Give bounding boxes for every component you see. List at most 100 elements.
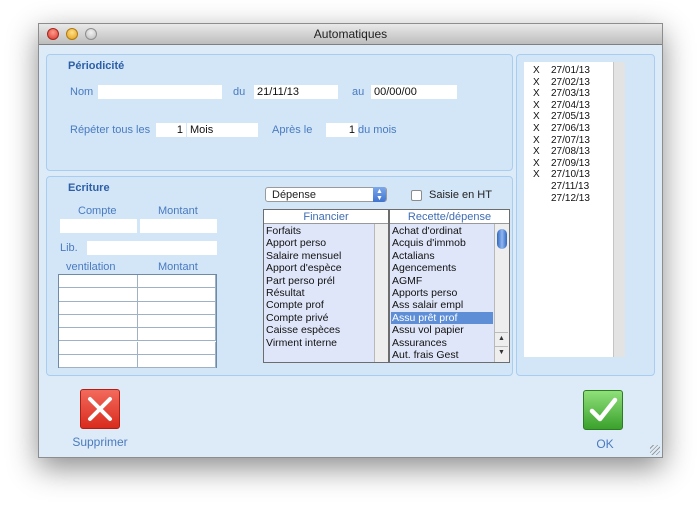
date-mark: X (533, 123, 540, 134)
recette-depense-item[interactable]: Ass salair empl (391, 299, 493, 311)
resize-grip-icon[interactable] (650, 445, 660, 455)
date-row[interactable]: X 27/01/13 (524, 65, 612, 76)
financier-item[interactable]: Caisse espèces (265, 324, 372, 336)
ok-label[interactable]: OK (585, 437, 625, 451)
au-label: au (352, 86, 365, 98)
date-row[interactable]: X 27/06/13 (524, 123, 612, 134)
financier-header: Financier (264, 210, 388, 224)
type-select-value: Dépense (272, 189, 317, 201)
recette-depense-item[interactable]: AGMF (391, 275, 493, 287)
ventilation-cell[interactable] (59, 341, 138, 355)
financier-item[interactable]: Part perso prél (265, 275, 372, 287)
montant-field[interactable] (140, 219, 217, 233)
title-bar[interactable]: Automatiques (39, 24, 662, 45)
ventilation-cell[interactable] (59, 301, 138, 315)
date-row[interactable]: X 27/05/13 (524, 111, 612, 122)
recette-depense-item[interactable]: Apports perso (391, 287, 493, 299)
date-value: 27/11/13 (551, 181, 590, 192)
recette-depense-item[interactable]: Assurances (391, 337, 493, 349)
select-arrows-icon: ▲ ▼ (373, 187, 386, 202)
dates-scrollbar[interactable] (613, 62, 625, 357)
ventilation-cell[interactable] (59, 328, 138, 342)
recette-depense-item[interactable]: Agencements (391, 262, 493, 274)
repeter-label: Répéter tous les (70, 124, 151, 136)
ventilation-cell[interactable] (59, 288, 138, 302)
date-mark: X (533, 169, 540, 181)
libelle-field[interactable] (87, 241, 217, 255)
recette-depense-item[interactable]: Aut. frais Gest (391, 349, 493, 361)
date-value: 27/10/13 (551, 169, 590, 181)
date-row[interactable]: X 27/08/13 (524, 146, 612, 157)
ventilation-cell[interactable] (59, 354, 138, 369)
recette-depense-item[interactable]: Achat d'ordinat (391, 225, 493, 237)
financier-item[interactable]: Résultat (265, 287, 372, 299)
montant-label: Montant (158, 205, 198, 217)
recette-depense-item[interactable]: Acquis d'immob (391, 237, 493, 249)
nom-field[interactable] (98, 85, 222, 99)
financier-item[interactable]: Compte privé (265, 312, 372, 324)
ventilation-amount-cell[interactable] (137, 301, 216, 315)
x-icon (88, 397, 112, 421)
automatiques-window: Automatiques Périodicité Nom du 21/11/13… (38, 23, 663, 458)
ventilation-amount-cell[interactable] (137, 354, 216, 369)
financier-item[interactable]: Apport d'espèce (265, 262, 372, 274)
financier-list[interactable]: Financier Forfaits Apport perso Salaire me… (263, 209, 389, 363)
date-value: 27/08/13 (551, 146, 590, 158)
saisie-ht-checkbox[interactable] (411, 190, 422, 201)
periodicite-panel: Périodicité Nom du 21/11/13 au 00/00/00 … (46, 54, 513, 171)
date-mark: X (533, 157, 540, 169)
scroll-up-arrow-icon[interactable]: ▲ (495, 332, 508, 345)
date-row[interactable]: X 27/10/13 (524, 169, 612, 180)
scroll-down-arrow-icon[interactable]: ▼ (495, 346, 508, 359)
date-end-field[interactable]: 00/00/00 (371, 85, 457, 99)
ventilation-amount-cell[interactable] (137, 328, 216, 342)
ventilation-amount-cell[interactable] (137, 341, 216, 355)
ventilation-cell[interactable] (59, 275, 138, 289)
financier-item[interactable]: Apport perso (265, 237, 372, 249)
date-row[interactable]: X 27/07/13 (524, 135, 612, 146)
date-row[interactable]: X 27/09/13 (524, 158, 612, 169)
scroll-thumb[interactable] (497, 229, 507, 249)
financier-item[interactable]: Compte prof (265, 299, 372, 311)
compte-field[interactable] (60, 219, 137, 233)
compte-label: Compte (78, 205, 117, 217)
date-mark: X (533, 65, 540, 76)
nom-label: Nom (70, 86, 94, 98)
du-label: du (233, 86, 246, 98)
financier-item[interactable]: Salaire mensuel (265, 250, 372, 262)
date-value: 27/05/13 (551, 111, 590, 123)
recette-depense-item[interactable]: Actalians (391, 250, 493, 262)
delete-button[interactable] (80, 389, 120, 429)
recette-depense-item[interactable]: Assu vol papier (391, 324, 493, 336)
ok-button[interactable] (583, 390, 623, 430)
date-row[interactable]: X 27/04/13 (524, 100, 612, 111)
ventilation-grid[interactable] (58, 274, 217, 369)
financier-item[interactable]: Virment interne (265, 337, 372, 349)
ventilation-cell[interactable] (59, 314, 138, 329)
type-select[interactable]: Dépense ▲ ▼ (265, 187, 387, 202)
ventilation-amount-cell[interactable] (137, 314, 216, 329)
date-value: 27/02/13 (551, 76, 590, 88)
financier-scrollbar[interactable] (374, 224, 388, 362)
date-row[interactable]: 27/11/13 (524, 181, 612, 192)
ecriture-title: Ecriture (68, 182, 110, 194)
date-row[interactable]: X 27/03/13 (524, 88, 612, 99)
repeat-count-field[interactable]: 1 (156, 123, 186, 137)
ventilation-amount-cell[interactable] (137, 275, 216, 289)
ventilation-amount-cell[interactable] (137, 288, 216, 302)
recette-depense-item[interactable]: Assu prêt prof (391, 311, 493, 324)
supprimer-label[interactable]: Supprimer (69, 435, 131, 449)
window-title: Automatiques (313, 27, 388, 41)
date-row[interactable]: 27/12/13 (524, 193, 612, 204)
date-mark: X (533, 99, 540, 111)
recette-depense-scrollbar[interactable]: ▲ ▼ (494, 224, 509, 362)
repeat-unit-field[interactable]: Mois (187, 123, 258, 137)
recette-depense-list[interactable]: Recette/dépense Achat d'ordinat Acquis d'… (389, 209, 510, 363)
montant-ventilation-label: Montant (158, 261, 198, 273)
financier-item[interactable]: Forfaits (265, 225, 372, 237)
date-row[interactable]: X 27/02/13 (524, 77, 612, 88)
occurrence-dates-list[interactable]: X 27/01/13 X 27/02/13 X 27/03/13 X 27/04/13 X 27/… (524, 62, 625, 357)
date-value: 27/01/13 (551, 65, 590, 76)
day-of-month-field[interactable]: 1 (326, 123, 358, 137)
date-start-field[interactable]: 21/11/13 (254, 85, 338, 99)
